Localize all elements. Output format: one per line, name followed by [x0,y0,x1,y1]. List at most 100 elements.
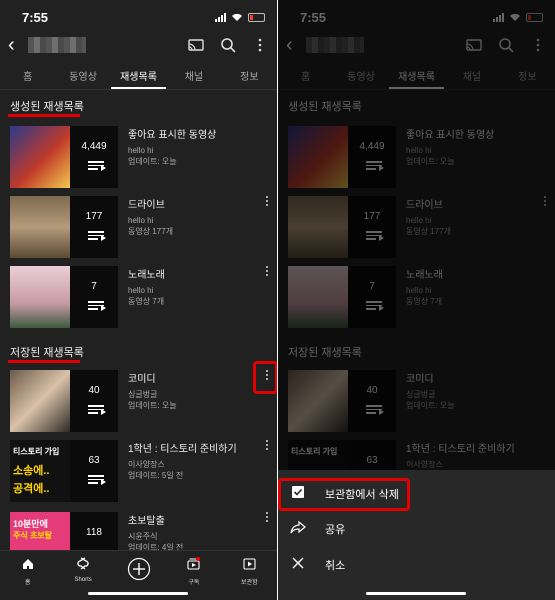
thumbnail-caption: 주식 초보탈 [13,531,53,540]
playlist-owner: 이사양장스 [128,460,165,469]
thumbnail-overlay [70,440,118,502]
video-count: 40 [88,385,100,396]
playlist-owner: hello hi [128,216,154,225]
thumbnail-image [10,370,70,432]
playlist-title: 좋아요 표시한 동영상 [128,130,217,141]
playlist-info: 업데이트: 5일 전 [128,471,184,480]
playlist-queue-icon [88,475,106,485]
library-icon [243,558,256,570]
thumbnail-caption: 공격에.. [13,483,50,495]
more-vert-icon[interactable] [263,196,271,210]
sheet-item-label: 공유 [325,524,346,536]
playlist-thumbnail: 티스토리 가입 소송에.. 공격에.. 63 [10,440,118,502]
playlist-queue-icon [88,301,106,311]
signal-icon [215,12,226,22]
thumbnail-overlay [70,126,118,188]
header-actions [187,36,269,54]
thumbnail-image [10,196,70,258]
playlist-title: 코미디 [128,374,156,385]
playlist-owner: 싱글벙글 [128,390,158,399]
playlist-title: 드라이브 [128,200,165,211]
subscriptions-icon [187,557,201,570]
playlist-queue-icon [88,231,106,241]
status-clock: 7:55 [22,10,49,25]
battery-icon [248,12,265,22]
more-vert-icon[interactable] [251,36,269,54]
playlist-info: 업데이트: 오늘 [128,157,177,166]
nav-label: 구독 [188,580,200,586]
tab-videos[interactable]: 동영상 [55,64,110,89]
share-icon [290,520,306,534]
tab-channels[interactable]: 채널 [166,64,221,89]
nav-label: 홈 [24,580,31,586]
close-icon [292,557,304,569]
left-screen: 7:55 ‹ 홈 동영상 재생목록 채널 정보 생성된 재생목록 4,449 좋… [0,0,277,600]
playlist-thumbnail: 40 [10,370,118,432]
section-title-created: 생성된 재생목록 [10,101,84,113]
playlist-owner: hello hi [128,286,154,295]
playlist-queue-icon [88,161,106,171]
remove-from-library-button[interactable]: 보관함에서 삭제 [278,475,555,511]
playlist-info: 동영상 7개 [128,297,165,306]
section-title-saved: 저장된 재생목록 [10,347,84,359]
playlist-info: 동영상 177개 [128,227,174,236]
shorts-icon [77,557,89,570]
wifi-icon [232,13,242,21]
playlist-row[interactable]: 40 코미디 싱글벙글 업데이트: 오늘 [10,361,277,432]
channel-name-blurred [28,37,86,53]
nav-library[interactable]: 보관함 [222,551,277,600]
thumbnail-caption: 티스토리 가입 [13,447,60,456]
share-button[interactable]: 공유 [278,510,555,544]
video-count: 63 [88,455,100,466]
tab-home[interactable]: 홈 [0,64,55,89]
thumbnail-image: 티스토리 가입 소송에.. 공격에.. [10,440,70,502]
playlist-thumbnail: 7 [10,266,118,328]
playlist-row[interactable]: 4,449 좋아요 표시한 동영상 hello hi 업데이트: 오늘 [10,126,277,188]
playlist-thumbnail: 177 [10,196,118,258]
playlist-title: 1학년 : 티스토리 준비하기 [128,444,237,455]
search-icon[interactable] [219,36,237,54]
playlist-queue-icon [88,405,106,415]
channel-tabs: 홈 동영상 재생목록 채널 정보 [0,64,277,90]
back-icon[interactable]: ‹ [8,35,15,55]
more-vert-icon[interactable] [263,440,271,454]
nav-label: Shorts [74,577,92,583]
more-button-highlight [253,361,277,394]
thumbnail-caption: 소송에.. [13,465,50,477]
video-count: 7 [91,281,97,292]
playlist-row[interactable]: 7 노래노래 hello hi 동영상 7개 [10,266,277,328]
status-bar: 7:55 [0,0,277,34]
highlight-underline-saved [8,360,80,363]
more-vert-icon[interactable] [263,266,271,280]
sheet-item-label: 취소 [325,560,346,572]
nav-home[interactable]: 홈 [0,551,55,600]
playlist-title: 초보탈출 [128,516,165,527]
remove-button-highlight [278,478,410,511]
thumbnail-overlay [70,370,118,432]
cancel-button[interactable]: 취소 [278,546,555,580]
home-icon [22,559,33,569]
create-icon [127,557,150,581]
tab-playlists[interactable]: 재생목록 [110,64,167,89]
cast-icon[interactable] [187,36,205,54]
nav-label: 보관함 [241,580,258,586]
home-indicator [88,592,188,595]
thumbnail-overlay [70,266,118,328]
highlight-underline-created [8,114,80,117]
more-vert-icon[interactable] [263,512,271,526]
tab-about[interactable]: 정보 [222,64,277,89]
playlist-title: 노래노래 [128,270,165,281]
thumbnail-image [10,266,70,328]
thumbnail-image [10,126,70,188]
playlist-row[interactable]: 티스토리 가입 소송에.. 공격에.. 63 1학년 : 티스토리 준비하기 이… [10,440,277,502]
right-screen: 7:55 ‹ 홈 동영상 재생목록 채널 정보 생성된 재생목록 4,449 [278,0,555,600]
thumbnail-caption: 10분만에 [13,519,48,529]
channel-header: ‹ [0,34,277,58]
playlist-info: 업데이트: 오늘 [128,401,177,410]
playlist-owner: 시윤주식 [128,532,158,541]
playlist-row[interactable]: 177 드라이브 hello hi 동영상 177개 [10,196,277,258]
video-count: 118 [86,527,102,538]
video-count: 4,449 [81,141,107,152]
action-sheet: 보관함에서 삭제 공유 취소 [278,470,555,600]
home-indicator [366,592,466,595]
